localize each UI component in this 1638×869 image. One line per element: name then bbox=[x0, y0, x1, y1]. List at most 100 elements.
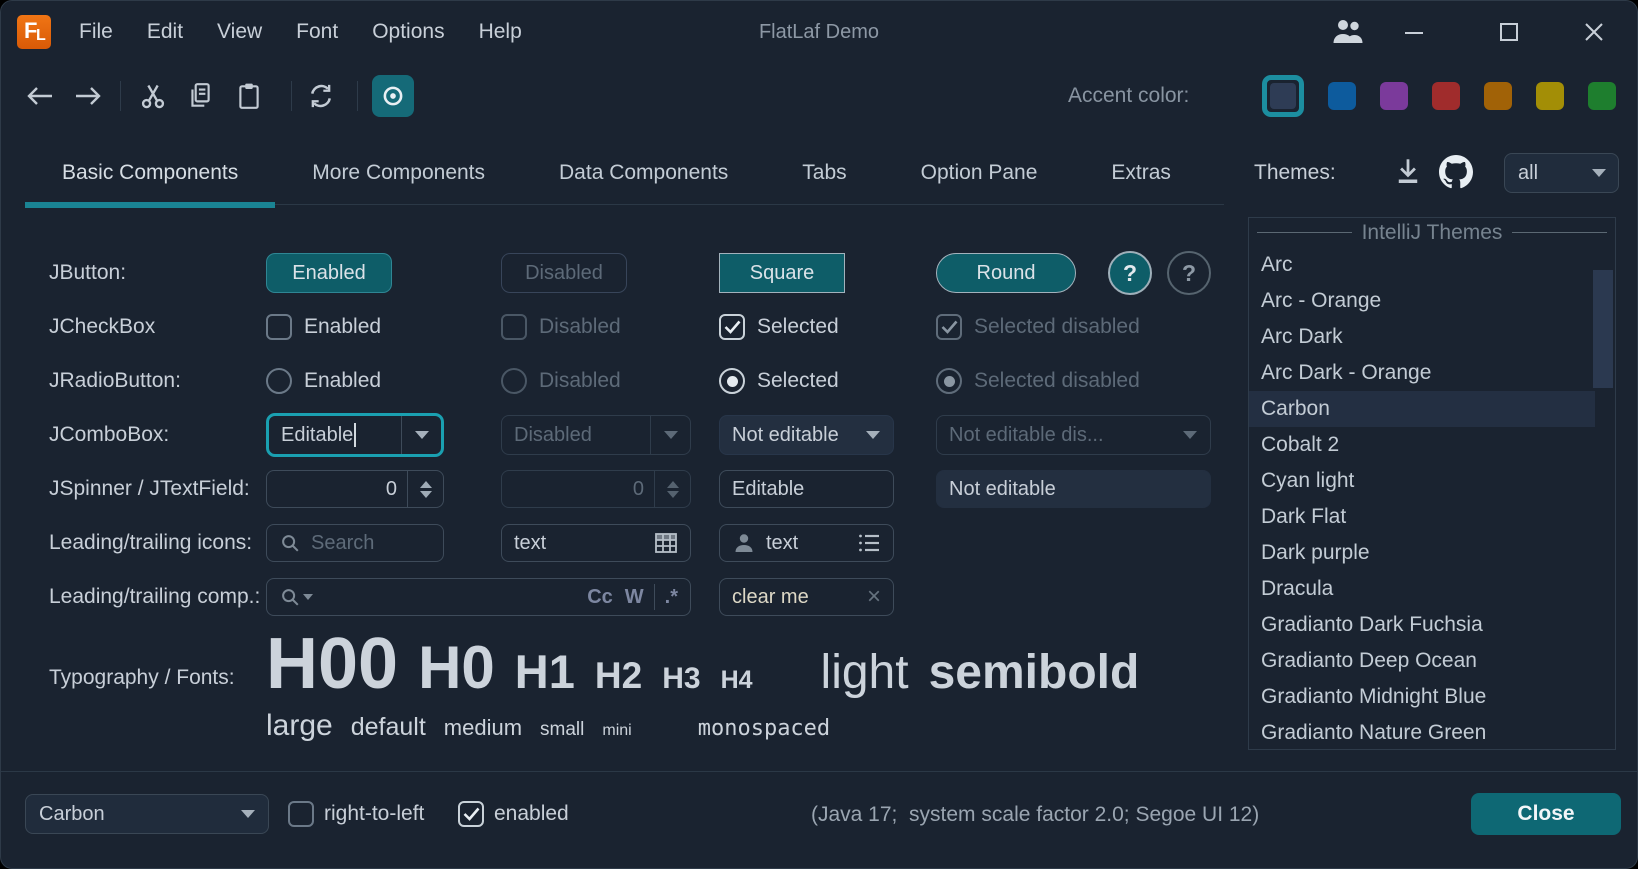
clearable-text-field[interactable]: clear me × bbox=[719, 578, 894, 616]
paste-icon[interactable] bbox=[237, 82, 261, 110]
toolbar-separator bbox=[291, 81, 292, 111]
search-input[interactable] bbox=[311, 532, 421, 555]
jradiobutton-label: JRadioButton: bbox=[49, 369, 181, 393]
clear-icon[interactable]: × bbox=[867, 583, 881, 611]
h3-sample: H3 bbox=[662, 662, 700, 696]
square-button[interactable]: Square bbox=[719, 253, 845, 293]
jspinner-label: JSpinner / JTextField: bbox=[49, 477, 250, 501]
users-icon[interactable] bbox=[1331, 1, 1367, 63]
spinner-arrows[interactable] bbox=[407, 471, 443, 507]
copy-icon[interactable] bbox=[187, 82, 213, 110]
search-field[interactable] bbox=[266, 524, 444, 562]
minimize-button[interactable] bbox=[1403, 1, 1425, 63]
theme-item[interactable]: Gradianto Deep Ocean bbox=[1249, 643, 1615, 679]
close-button[interactable]: Close bbox=[1471, 793, 1621, 835]
options-separator bbox=[654, 584, 655, 610]
accent-swatch-yellow[interactable] bbox=[1536, 82, 1564, 110]
combobox-not-editable[interactable]: Not editable bbox=[719, 415, 894, 455]
spinner-value: 0 bbox=[502, 478, 654, 501]
match-case-toggle[interactable]: Cc bbox=[587, 586, 613, 609]
accent-swatch-blue[interactable] bbox=[1328, 82, 1356, 110]
search-dropdown-icon[interactable] bbox=[279, 586, 313, 608]
theme-item[interactable]: Arc Dark bbox=[1249, 319, 1615, 355]
enabled-checkbox[interactable]: enabled bbox=[458, 801, 569, 827]
text-field-leading-user-trailing-list[interactable]: text bbox=[719, 524, 894, 562]
app-window: FL File Edit View Font Options Help Flat… bbox=[0, 0, 1638, 869]
theme-combobox-value: Carbon bbox=[26, 803, 228, 826]
checkbox-enabled[interactable]: Enabled bbox=[266, 314, 381, 340]
refresh-icon[interactable] bbox=[307, 82, 335, 110]
themes-list: Arc Arc - Orange Arc Dark Arc Dark - Ora… bbox=[1249, 247, 1615, 749]
themes-scrollbar-thumb[interactable] bbox=[1593, 270, 1613, 388]
search-field-with-options[interactable]: Cc W .* bbox=[266, 578, 691, 616]
back-button[interactable] bbox=[25, 84, 55, 108]
inspect-eye-toggle[interactable] bbox=[372, 75, 414, 117]
disabled-button: Disabled bbox=[501, 253, 627, 293]
radio-icon bbox=[266, 368, 292, 394]
accent-swatch-default bbox=[1270, 83, 1296, 109]
spinner-arrows bbox=[654, 471, 690, 507]
checkbox-selected[interactable]: Selected bbox=[719, 314, 839, 340]
theme-item[interactable]: Gradianto Midnight Blue bbox=[1249, 679, 1615, 715]
maximize-button[interactable] bbox=[1499, 1, 1519, 63]
accent-swatch-green[interactable] bbox=[1588, 82, 1616, 110]
combobox-disabled: Disabled bbox=[501, 415, 691, 455]
theme-item[interactable]: Gradianto Dark Fuchsia bbox=[1249, 607, 1615, 643]
accent-swatch-purple[interactable] bbox=[1380, 82, 1408, 110]
theme-item[interactable]: Dark purple bbox=[1249, 535, 1615, 571]
forward-button[interactable] bbox=[73, 84, 103, 108]
spinner-enabled[interactable]: 0 bbox=[266, 470, 444, 508]
download-icon[interactable] bbox=[1394, 157, 1422, 187]
row-leading-trailing-components: Leading/trailing comp.: Cc W .* clear me… bbox=[1, 569, 1247, 625]
theme-item[interactable]: Cobalt 2 bbox=[1249, 427, 1615, 463]
whole-word-toggle[interactable]: W bbox=[625, 586, 644, 609]
jcheckbox-label: JCheckBox bbox=[49, 315, 155, 339]
themes-filter-combobox[interactable]: all bbox=[1504, 153, 1619, 193]
close-window-button[interactable] bbox=[1583, 1, 1605, 63]
radio-icon bbox=[501, 368, 527, 394]
radio-selected[interactable]: Selected bbox=[719, 368, 839, 394]
tab-option-pane[interactable]: Option Pane bbox=[884, 141, 1075, 205]
combobox-editable[interactable]: Editable bbox=[266, 413, 444, 457]
theme-item[interactable]: Arc bbox=[1249, 247, 1615, 283]
cut-icon[interactable] bbox=[139, 82, 167, 110]
tab-basic-components[interactable]: Basic Components bbox=[25, 141, 275, 205]
github-icon[interactable] bbox=[1439, 155, 1473, 189]
theme-item[interactable]: Dark Flat bbox=[1249, 499, 1615, 535]
regex-toggle[interactable]: .* bbox=[665, 586, 678, 609]
enabled-button[interactable]: Enabled bbox=[266, 253, 392, 293]
text-field-trailing-table[interactable]: text bbox=[501, 524, 691, 562]
theme-item-selected[interactable]: Carbon bbox=[1249, 391, 1595, 427]
table-icon bbox=[654, 532, 678, 554]
help-button-secondary[interactable]: ? bbox=[1167, 251, 1211, 295]
runtime-info: (Java 17; system scale factor 2.0; Segoe… bbox=[811, 803, 1259, 827]
theme-item[interactable]: Arc - Orange bbox=[1249, 283, 1615, 319]
tab-data-components[interactable]: Data Components bbox=[522, 141, 765, 205]
typography-headings: H00 H0 H1 H2 H3 H4 light semibold bbox=[266, 623, 1139, 705]
theme-item[interactable]: Gradianto Nature Green bbox=[1249, 715, 1615, 751]
tab-tabs[interactable]: Tabs bbox=[765, 141, 883, 205]
titlebar: FL File Edit View Font Options Help Flat… bbox=[1, 1, 1637, 63]
icons-row-label: Leading/trailing icons: bbox=[49, 531, 252, 555]
theme-item[interactable]: Arc Dark - Orange bbox=[1249, 355, 1615, 391]
typography-label: Typography / Fonts: bbox=[49, 666, 235, 690]
chevron-down-icon[interactable] bbox=[401, 416, 441, 454]
chevron-down-icon bbox=[650, 416, 690, 454]
theme-item[interactable]: Cyan light bbox=[1249, 463, 1615, 499]
textfield-editable[interactable]: Editable bbox=[719, 470, 894, 508]
toolbar: Accent color: bbox=[1, 63, 1637, 129]
accent-swatch-red[interactable] bbox=[1432, 82, 1460, 110]
radio-enabled[interactable]: Enabled bbox=[266, 368, 381, 394]
tab-extras[interactable]: Extras bbox=[1074, 141, 1208, 205]
tab-more-components[interactable]: More Components bbox=[275, 141, 522, 205]
round-button[interactable]: Round bbox=[936, 253, 1076, 293]
themes-filter-value: all bbox=[1518, 162, 1592, 185]
accent-swatch-orange[interactable] bbox=[1484, 82, 1512, 110]
rtl-checkbox[interactable]: right-to-left bbox=[288, 801, 424, 827]
components-row-label: Leading/trailing comp.: bbox=[49, 585, 260, 609]
h0-sample: H0 bbox=[418, 633, 495, 702]
theme-combobox[interactable]: Carbon bbox=[25, 794, 269, 834]
accent-swatch-selected[interactable] bbox=[1262, 75, 1304, 117]
help-button-primary[interactable]: ? bbox=[1108, 251, 1152, 295]
theme-item[interactable]: Dracula bbox=[1249, 571, 1615, 607]
